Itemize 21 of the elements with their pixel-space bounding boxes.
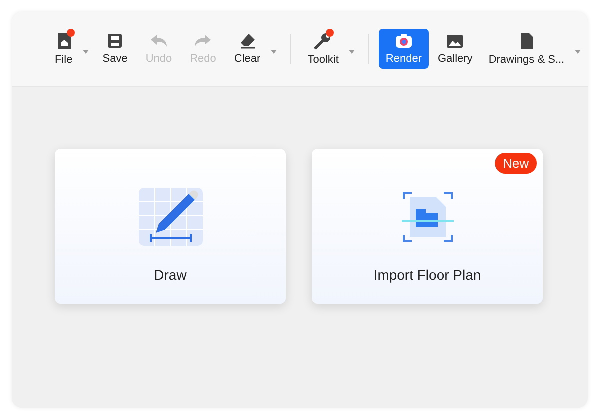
toolbar-button[interactable]: Gallery (430, 29, 480, 69)
import-card[interactable]: Import Floor Plan New (312, 149, 543, 304)
document-icon (520, 32, 534, 50)
draw-card[interactable]: Draw (55, 149, 286, 304)
floor-plan-scan-icon (402, 190, 454, 242)
undo-icon (150, 33, 168, 49)
home-icon (56, 32, 72, 50)
redo-icon (194, 33, 212, 49)
toolbar-button[interactable]: Toolkit (300, 29, 346, 69)
save-icon (107, 33, 124, 49)
toolbar-button[interactable]: Save (96, 29, 135, 69)
pencil-ruler-icon (138, 188, 202, 246)
toolbar-button[interactable]: File (48, 29, 80, 69)
camera-icon (394, 33, 413, 49)
toolbar-button[interactable]: Drawings & S... (482, 29, 572, 69)
wrench-icon (314, 32, 332, 50)
image-icon (446, 33, 464, 49)
eraser-icon (238, 33, 257, 49)
toolbar-button[interactable]: Clear (227, 29, 268, 69)
new-badge: New (494, 153, 537, 174)
toolbar-button[interactable]: Render (378, 29, 429, 69)
